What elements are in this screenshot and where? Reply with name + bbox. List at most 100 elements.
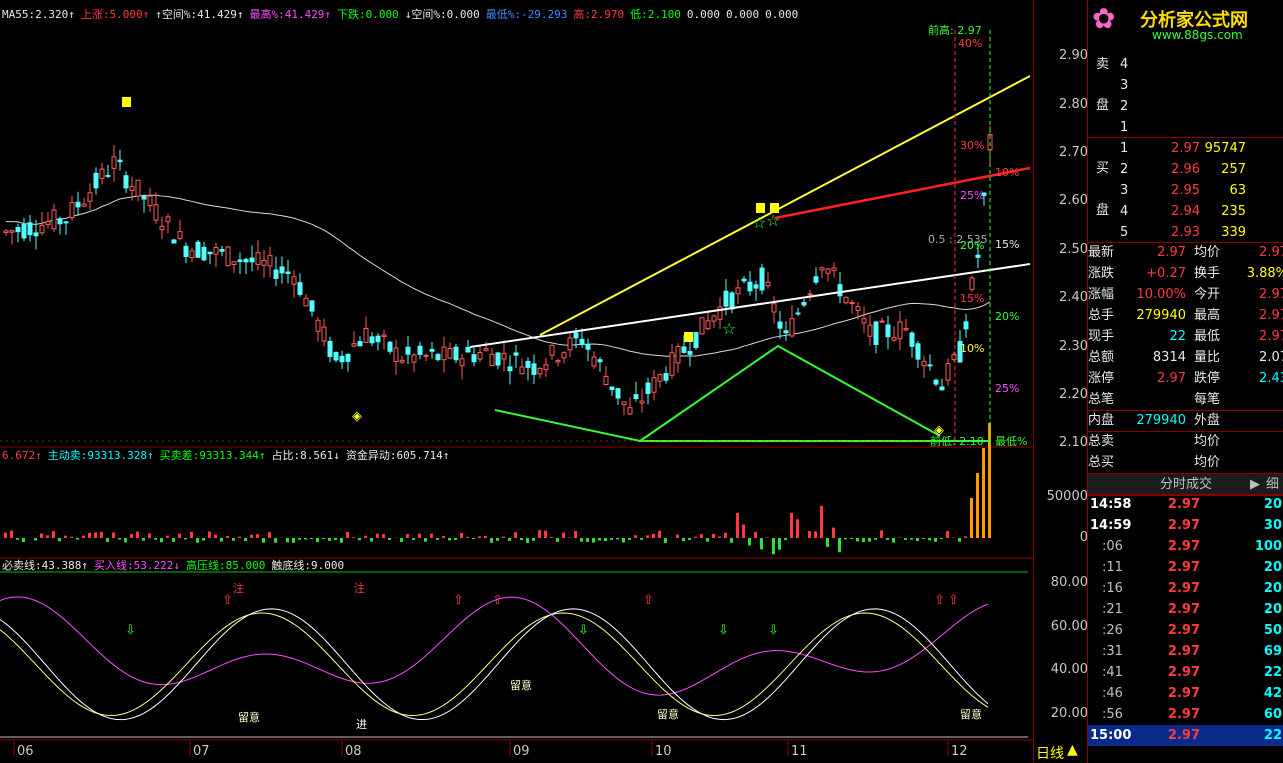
candlestick	[69, 202, 75, 219]
volume-bar	[184, 538, 187, 540]
stat-row: 最新 2.97 均价 2.97	[1088, 242, 1283, 263]
volume-bar	[190, 531, 193, 538]
tick-row[interactable]: 14:59 2.97 30	[1088, 515, 1283, 536]
candlestick	[531, 363, 537, 375]
volume-bar	[862, 538, 865, 543]
stat-row: 现手 22 最低 2.97	[1088, 326, 1283, 347]
volume-bar	[694, 536, 697, 538]
volume-bar	[688, 538, 691, 540]
candlestick	[567, 337, 573, 351]
tick-price: 2.97	[1167, 581, 1200, 596]
candlestick	[231, 261, 237, 265]
volume-bar	[838, 538, 841, 553]
tick-row[interactable]: :06 2.97 100	[1088, 536, 1283, 557]
tick-row[interactable]: :11 2.97 20	[1088, 557, 1283, 578]
candlestick	[225, 246, 231, 267]
tick-row[interactable]: :31 2.97 69	[1088, 641, 1283, 662]
candlestick	[753, 284, 759, 289]
sell-order-row[interactable]: 2	[1088, 96, 1283, 117]
tick-row[interactable]: :16 2.97 20	[1088, 578, 1283, 599]
stat-label: 总笔	[1088, 392, 1115, 407]
candlestick	[333, 351, 339, 361]
header-value: 高:2.970	[573, 8, 625, 21]
volume-bar	[892, 538, 895, 543]
volume-bar	[40, 533, 43, 538]
tick-row[interactable]: 15:00 2.97 22	[1088, 725, 1283, 746]
volume-bar	[940, 538, 943, 540]
tick-time: :31	[1102, 644, 1123, 659]
play-icon[interactable]: ▶	[1250, 474, 1260, 495]
tick-row[interactable]: :41 2.97 22	[1088, 662, 1283, 683]
buy-order-row[interactable]: 4 2.94 235	[1088, 201, 1283, 222]
tick-volume: 42	[1263, 686, 1282, 701]
tick-header[interactable]: 分时成交 ▶ 细	[1088, 473, 1283, 496]
volume-bar	[664, 538, 667, 543]
tick-row[interactable]: :46 2.97 42	[1088, 683, 1283, 704]
signal-zhu: 注	[354, 582, 365, 595]
volume-bar	[490, 538, 493, 543]
candlestick	[459, 358, 465, 367]
candlestick	[399, 359, 405, 363]
volume-bar	[454, 538, 457, 541]
header-value: 0.000	[686, 8, 721, 21]
volume-bar	[586, 538, 589, 542]
tick-row[interactable]: :21 2.97 20	[1088, 599, 1283, 620]
volume-bar	[958, 538, 961, 542]
kline-chart[interactable]: ⇩ ⇩ ⇩ ⇩⇧ ⇧ ⇧ ⇧ ⇧ ⇧ ☆ ☆ ☆ ◈ ◈ 06 07 08 09 10 11 12	[0, 0, 1033, 763]
volume-bar	[562, 532, 565, 538]
signal-jin: 进	[356, 718, 367, 731]
header-value: 高压线:85.000	[185, 559, 266, 572]
candlestick	[729, 292, 735, 310]
tick-price: 2.97	[1167, 518, 1200, 533]
candlestick	[123, 175, 129, 189]
volume-bar	[268, 532, 271, 538]
buy-order-row[interactable]: 3 2.95 63	[1088, 180, 1283, 201]
star-icon: ☆	[752, 213, 766, 232]
candlestick	[573, 332, 579, 339]
price-axis-label: 2.80	[1059, 97, 1088, 112]
indicator-axis-label: 60.00	[1050, 619, 1088, 634]
volume-bar	[52, 531, 55, 538]
tick-time: :11	[1102, 560, 1123, 575]
candlestick	[699, 317, 705, 335]
candlestick	[849, 302, 855, 305]
volume-bar	[682, 538, 685, 542]
candlestick	[405, 346, 411, 355]
buy-order-row[interactable]: 5 2.93 339	[1088, 222, 1283, 243]
chart-area[interactable]: ⇩ ⇩ ⇩ ⇩ ⇧ ⇧ ⇧ ⇧ ⇧ ⇧ ☆ ☆ ☆ ◈ ◈ 06 07 08 09 10 11 12 MA55…	[0, 0, 1033, 763]
arrow-down-icon: ⇩	[768, 623, 779, 638]
right-pct-15-label: 15%	[995, 238, 1020, 251]
divider	[1088, 494, 1283, 495]
sell-order-row[interactable]: 3	[1088, 75, 1283, 96]
period-selector[interactable]: 日线 ▲	[1034, 741, 1088, 763]
candlestick	[513, 352, 519, 356]
candlestick	[819, 267, 825, 271]
volume-bar	[364, 535, 367, 538]
candlestick	[927, 364, 933, 367]
tick-row[interactable]: :26 2.97 50	[1088, 620, 1283, 641]
buy-order-row[interactable]: 1 2.97 95747	[1088, 138, 1283, 159]
stat-row: 涨跌 +0.27 换手 3.88%	[1088, 263, 1283, 284]
tick-row[interactable]: :56 2.97 60	[1088, 704, 1283, 725]
candlestick	[159, 225, 165, 230]
candlestick	[489, 353, 495, 367]
tick-time: 14:58	[1090, 497, 1132, 512]
candlestick	[87, 192, 93, 202]
detail-button[interactable]: 细	[1266, 474, 1279, 495]
stat-label: 现手	[1088, 329, 1115, 344]
candlestick	[669, 352, 675, 376]
volume-bar	[328, 538, 331, 541]
buy-order-row[interactable]: 2 2.96 257	[1088, 159, 1283, 180]
tick-time: :41	[1102, 665, 1123, 680]
sell-order-row[interactable]: 1	[1088, 117, 1283, 138]
volume-bar	[292, 538, 295, 543]
volume-bar	[46, 535, 49, 538]
candlestick	[627, 407, 633, 415]
stat-label: 最新	[1088, 245, 1115, 260]
candlestick	[963, 321, 969, 330]
tick-row[interactable]: 14:58 2.97 20	[1088, 494, 1283, 515]
volume-bar	[370, 538, 373, 542]
tick-time: 15:00	[1090, 728, 1132, 743]
candlestick	[609, 386, 615, 391]
sell-order-row[interactable]: 4	[1088, 54, 1283, 75]
